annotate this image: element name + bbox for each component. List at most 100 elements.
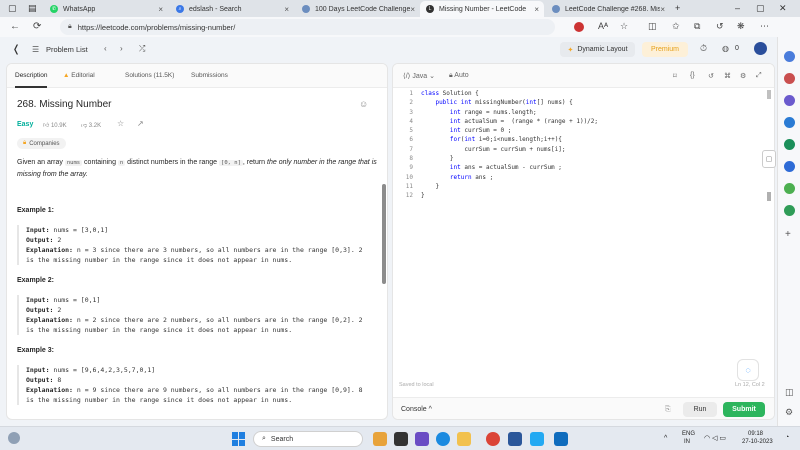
timer-icon[interactable]: ⏱ (700, 43, 707, 54)
share-icon[interactable]: ↗ (137, 119, 144, 128)
auto-toggle[interactable]: 🔒︎ Auto (449, 72, 469, 80)
thumbs-down-icon: 👎︎ (81, 123, 89, 129)
notification-icon[interactable]: ◔ (785, 434, 789, 441)
window-close-button[interactable]: ✕ (779, 3, 787, 14)
avatar[interactable] (754, 42, 767, 55)
tab-actions-icon[interactable]: ▤ (28, 3, 37, 14)
office-icon[interactable] (784, 139, 795, 150)
description-scrollbar[interactable] (382, 184, 386, 284)
settings-gear-icon[interactable]: ⚙ (740, 72, 746, 80)
tree-icon[interactable] (784, 205, 795, 216)
wifi-icon[interactable]: ◠ ◁ ▭ (704, 434, 726, 442)
extension-icon[interactable] (574, 22, 584, 32)
premium-button[interactable]: Premium (642, 42, 688, 57)
leetcode-logo-icon[interactable]: ❬ (12, 44, 20, 55)
more-icon[interactable]: ⋯ (760, 21, 769, 32)
browser-tab-leetcode-challenge[interactable]: LeetCode Challenge #268. Missi × (546, 1, 670, 17)
braces-icon[interactable]: {} (690, 72, 695, 79)
new-tab-button[interactable]: + (675, 3, 680, 13)
app-icon[interactable] (554, 432, 568, 446)
windows-start-icon[interactable] (232, 432, 246, 446)
bookmark-icon[interactable]: ⌑ (673, 72, 677, 80)
split-screen-icon[interactable]: ◫ (648, 21, 657, 32)
line-number: 5 (409, 127, 413, 135)
close-icon[interactable]: × (534, 5, 539, 14)
streak-icon[interactable]: ◍ (722, 44, 729, 53)
reset-icon[interactable]: ↺ (708, 72, 714, 80)
taskbar-search-input[interactable]: ⌕ Search (253, 431, 363, 447)
dynamic-layout-button[interactable]: ✦ Dynamic Layout (560, 42, 635, 57)
tab-description[interactable]: Description (15, 72, 48, 79)
code-text: class Solution { (421, 90, 479, 97)
favorites-icon[interactable]: ✩ (672, 21, 680, 32)
tab-editorial[interactable]: ▲ Editorial (63, 72, 95, 79)
close-icon[interactable]: × (410, 5, 415, 14)
shortcuts-icon[interactable]: ⌘ (724, 72, 731, 80)
edge-icon[interactable] (436, 432, 450, 446)
close-icon[interactable]: × (660, 5, 665, 14)
browser-tab-whatsapp[interactable]: ✆ WhatsApp × (44, 1, 168, 17)
browser-tab-edslash[interactable]: ⌕ edslash - Search × (170, 1, 294, 17)
chrome-icon[interactable] (486, 432, 500, 446)
search-sidebar-icon[interactable] (784, 51, 795, 62)
chat-bubble-icon[interactable]: ◌ (737, 359, 759, 381)
companies-tag[interactable]: 🔒︎ Companies (17, 138, 66, 149)
star-icon[interactable]: ☆ (117, 119, 124, 128)
word-icon[interactable] (508, 432, 522, 446)
language-indicator[interactable]: ENG (682, 431, 695, 437)
sidebar-layout-icon[interactable]: ◫ (785, 387, 794, 398)
browser-tab-missing-number[interactable]: L Missing Number - LeetCode × (420, 1, 544, 17)
task-view-icon[interactable] (394, 432, 408, 446)
read-aloud-icon[interactable]: Aᴬ (598, 21, 608, 31)
editor-scrollbar[interactable] (767, 90, 771, 99)
widgets-icon[interactable] (8, 432, 20, 444)
code-editor[interactable]: 1 class Solution {2 public int missingNum… (393, 90, 774, 202)
help-icon[interactable]: ☺ (359, 99, 368, 109)
outlook-icon[interactable] (784, 161, 795, 172)
maximize-button[interactable]: ▢ (756, 3, 765, 14)
teams-icon[interactable] (415, 432, 429, 446)
run-button[interactable]: Run (683, 402, 717, 417)
close-icon[interactable]: × (284, 5, 289, 14)
add-icon[interactable]: + (785, 229, 791, 240)
next-problem-button[interactable]: › (120, 44, 123, 53)
example-explanation: n = 3 since there are 3 numbers, so all … (26, 246, 363, 264)
auto-label: Auto (454, 72, 469, 79)
back-button[interactable]: ← (10, 21, 20, 32)
code-line: 3 int range = nums.length; (393, 109, 774, 118)
app-icon[interactable] (373, 432, 387, 446)
side-panel-icon[interactable]: ▢ (762, 150, 776, 168)
like-button[interactable]: 👍︎ 10.9K (43, 121, 67, 129)
url-input[interactable]: 🔒︎ https://leetcode.com/problems/missing… (60, 19, 555, 35)
tab-submissions[interactable]: Submissions (191, 72, 228, 79)
collections-icon[interactable]: ⧉ (694, 21, 700, 32)
console-toggle[interactable]: Console ^ (401, 406, 432, 413)
refresh-button[interactable]: ⟳ (33, 21, 41, 32)
vscode-icon[interactable] (530, 432, 544, 446)
shuffle-icon[interactable]: ⤮ (139, 44, 145, 54)
fullscreen-icon[interactable]: ⤢ (756, 72, 762, 80)
tray-expand-icon[interactable]: ^ (664, 435, 667, 442)
settings-gear-icon[interactable]: ⚙ (785, 407, 793, 418)
copilot-icon[interactable]: ❋ (737, 21, 745, 32)
tab-solutions[interactable]: Solutions (11.5K) (125, 72, 174, 79)
favorite-star-icon[interactable]: ☆ (620, 21, 628, 32)
upload-icon[interactable]: ⎘ (665, 406, 671, 414)
problem-list-link[interactable]: Problem List (46, 45, 88, 54)
profile-icon[interactable]: ▢ (8, 3, 17, 14)
games-icon[interactable] (784, 117, 795, 128)
clock-time[interactable]: 09:18 (748, 431, 763, 437)
language-select[interactable]: ⟨/⟩ Java ⌄ (403, 72, 435, 80)
browser-tab-100days[interactable]: 100 Days LeetCode Challenge - C × (296, 1, 420, 17)
file-explorer-icon[interactable] (457, 432, 471, 446)
prev-problem-button[interactable]: ‹ (104, 44, 107, 53)
drop-icon[interactable] (784, 183, 795, 194)
tools-icon[interactable] (784, 95, 795, 106)
input-label: Input: (26, 296, 50, 304)
close-icon[interactable]: × (158, 5, 163, 14)
shopping-icon[interactable] (784, 73, 795, 84)
history-icon[interactable]: ↺ (716, 21, 724, 32)
dislike-button[interactable]: 👎︎ 3.2K (81, 121, 101, 129)
minimize-button[interactable]: – (735, 3, 740, 13)
submit-button[interactable]: Submit (723, 402, 765, 417)
